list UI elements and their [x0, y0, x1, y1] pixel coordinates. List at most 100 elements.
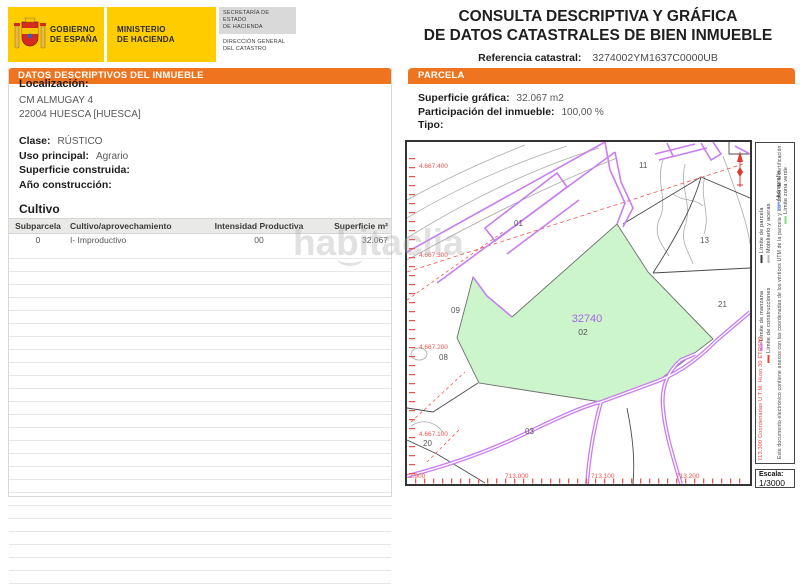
address-line2: 22004 HUESCA [HUESCA] [19, 108, 381, 122]
col-superficie: Superficie m² [317, 219, 391, 234]
col-cultivo: Cultivo/aprovechamiento [67, 219, 201, 234]
field-superficie-grafica: Superficie gráfica: 32.067 m2 [418, 92, 795, 106]
cultivo-empty-row [9, 493, 391, 506]
map-canvas: 4.667.400 4.667.300 4.667.200 4.667.100 … [405, 140, 752, 486]
svg-text:11: 11 [639, 161, 648, 170]
direccion-line1: DIRECCIÓN GENERAL [223, 39, 292, 46]
cultivo-empty-row [9, 558, 391, 571]
map-legend: 713.300 Coordenadas U.T.M. Huso 30 ETRS8… [755, 142, 795, 464]
cultivo-empty-row [9, 402, 391, 415]
direccion-general-box: DIRECCIÓN GENERAL DEL CATASTRO [219, 37, 296, 59]
title-line1: CONSULTA DESCRIPTIVA Y GRÁFICA [402, 8, 794, 27]
cultivo-row: 0I- Improductivo0032.067 [9, 234, 391, 247]
svg-text:713.100: 713.100 [591, 473, 615, 480]
cultivo-empty-row [9, 415, 391, 428]
legend-swatch [761, 255, 763, 263]
legend-item: Hidrografía [777, 148, 783, 212]
scale-box: Escala: 1/3000 [755, 469, 795, 488]
cultivo-cell: 00 [201, 234, 317, 247]
cultivo-empty-row [9, 350, 391, 363]
svg-text:713.200: 713.200 [676, 473, 700, 480]
svg-text:21: 21 [718, 300, 727, 309]
svg-text:4.667.300: 4.667.300 [419, 252, 448, 259]
col-intensidad: Intensidad Productiva [201, 219, 317, 234]
referencia-catastral: Referencia catastral: 3274002YM1637C0000… [402, 52, 794, 64]
cultivo-table: Subparcela Cultivo/aprovechamiento Inten… [9, 218, 391, 584]
cultivo-empty-row [9, 467, 391, 480]
cultivo-empty-row [9, 324, 391, 337]
svg-text:09: 09 [451, 306, 460, 315]
cultivo-empty-row [9, 285, 391, 298]
cultivo-empty-row [9, 298, 391, 311]
svg-text:4.667.200: 4.667.200 [419, 344, 448, 351]
localizacion-label: Localización: [19, 78, 381, 90]
field-superficie: Superficie construida: [19, 163, 381, 178]
ministerio-line1: MINISTERIO [117, 25, 175, 34]
subject-parcel-sub: 02 [578, 327, 588, 337]
ministerio-hacienda-logo: MINISTERIO DE HACIENDA [107, 7, 216, 62]
field-tipo: Tipo: [418, 119, 795, 133]
cultivo-empty-row [9, 506, 391, 519]
legend-item: Mobiliario y aceras [767, 169, 773, 265]
cultivo-cell: 32.067 [317, 234, 391, 247]
cultivo-tbody: 0I- Improductivo0032.067 [9, 234, 391, 584]
legend-label: Mobiliario y aceras [766, 203, 772, 253]
field-clase: Clase: RÚSTICO [19, 134, 381, 149]
secretaria-line1: SECRETARÍA DE ESTADO [223, 10, 292, 24]
legend-swatch [785, 216, 787, 224]
svg-text:03: 03 [525, 427, 534, 436]
uso-value: Agrario [96, 151, 128, 162]
legend-item: Límite de parcela [760, 169, 766, 265]
cultivo-empty-row [9, 363, 391, 376]
cultivo-empty-row [9, 519, 391, 532]
legend-label: Límite de parcela [759, 207, 765, 253]
x-axis-labels: 2.900 713.000 713.100 713.200 [409, 473, 700, 480]
gobierno-espana-logo: GOBIERNO DE ESPAÑA [8, 7, 104, 62]
cultivo-empty-row [9, 272, 391, 285]
cadastral-map: 4.667.400 4.667.300 4.667.200 4.667.100 … [405, 140, 795, 487]
datos-descriptivos-panel: Localización: CM ALMUGAY 4 22004 HUESCA … [8, 68, 392, 497]
gobierno-line1: GOBIERNO [50, 25, 98, 34]
cultivo-title: Cultivo [9, 202, 391, 216]
legend-item: Límite de construcciones [767, 267, 773, 365]
address-line1: CM ALMUGAY 4 [19, 94, 381, 108]
cultivo-header-row: Subparcela Cultivo/aprovechamiento Inten… [9, 219, 391, 234]
legend-label: Límite de manzana [759, 291, 765, 341]
document-title: CONSULTA DESCRIPTIVA Y GRÁFICA DE DATOS … [402, 8, 794, 64]
svg-text:4.667.100: 4.667.100 [419, 431, 448, 438]
legend-swatch [761, 343, 763, 351]
cultivo-empty-row [9, 480, 391, 493]
uso-label: Uso principal: [19, 150, 89, 162]
cultivo-empty-row [9, 441, 391, 454]
direccion-line2: DEL CATASTRO [223, 46, 292, 53]
svg-text:13: 13 [700, 236, 709, 245]
clase-value: RÚSTICO [57, 136, 102, 147]
cultivo-empty-row [9, 376, 391, 389]
svg-text:4.667.400: 4.667.400 [419, 163, 448, 170]
svg-text:713.000: 713.000 [505, 473, 529, 480]
field-uso: Uso principal: Agrario [19, 149, 381, 164]
cultivo-empty-row [9, 246, 391, 259]
ref-label: Referencia catastral: [478, 52, 581, 64]
field-participacion: Participación del inmueble: 100,00 % [418, 106, 795, 120]
tipo-label: Tipo: [418, 119, 443, 131]
ref-value: 3274002YM1637C0000UB [592, 52, 718, 64]
svg-text:2.900: 2.900 [409, 473, 426, 480]
north-arrow-icon [737, 151, 743, 187]
anio-label: Año construcción: [19, 179, 112, 191]
subject-parcel-number: 32740 [572, 313, 603, 325]
legend-label: Límite zona verde [783, 167, 789, 214]
participacion-label: Participación del inmueble: [418, 106, 555, 118]
cultivo-empty-row [9, 428, 391, 441]
legend-label: Hidrografía [776, 171, 782, 200]
parcela-bar: PARCELA [408, 68, 795, 84]
gobierno-line2: DE ESPAÑA [50, 35, 98, 44]
legend-item: Límite zona verde [784, 148, 790, 226]
legend-swatch [768, 255, 770, 263]
cultivo-empty-row [9, 571, 391, 584]
title-line2: DE DATOS CATASTRALES DE BIEN INMUEBLE [402, 27, 794, 46]
cultivo-cell: I- Improductivo [67, 234, 201, 247]
field-anio: Año construcción: [19, 178, 381, 193]
ministerio-line2: DE HACIENDA [117, 35, 175, 44]
cultivo-empty-row [9, 545, 391, 558]
